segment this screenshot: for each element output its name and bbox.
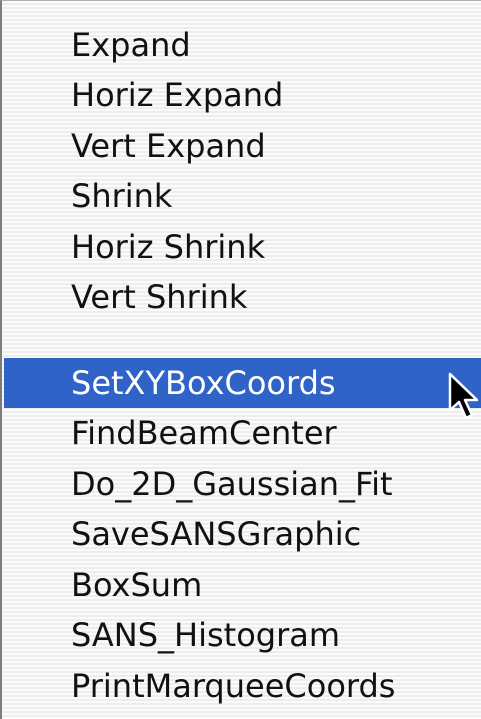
menu-item-printmarqueecoords[interactable]: PrintMarqueeCoords <box>4 661 481 711</box>
context-menu: Expand Horiz Expand Vert Expand Shrink H… <box>0 0 481 719</box>
menu-item-vert-expand[interactable]: Vert Expand <box>4 121 481 171</box>
menu-separator <box>4 322 481 358</box>
arrow-pointer-icon <box>448 372 479 420</box>
menu-item-savesansgraphic[interactable]: SaveSANSGraphic <box>4 509 481 559</box>
menu-item-sans-histogram[interactable]: SANS_Histogram <box>4 610 481 660</box>
menu-item-horiz-shrink[interactable]: Horiz Shrink <box>4 222 481 272</box>
menu-item-expand[interactable]: Expand <box>4 20 481 70</box>
menu-item-vert-shrink[interactable]: Vert Shrink <box>4 272 481 322</box>
menu-item-shrink[interactable]: Shrink <box>4 171 481 221</box>
menu-item-do-2d-gaussian-fit[interactable]: Do_2D_Gaussian_Fit <box>4 459 481 509</box>
menu-item-horiz-expand[interactable]: Horiz Expand <box>4 70 481 120</box>
menu-item-setxyboxcoords[interactable]: SetXYBoxCoords <box>4 358 481 408</box>
menu-item-boxsum[interactable]: BoxSum <box>4 560 481 610</box>
menu-item-findbeamcenter[interactable]: FindBeamCenter <box>4 408 481 458</box>
